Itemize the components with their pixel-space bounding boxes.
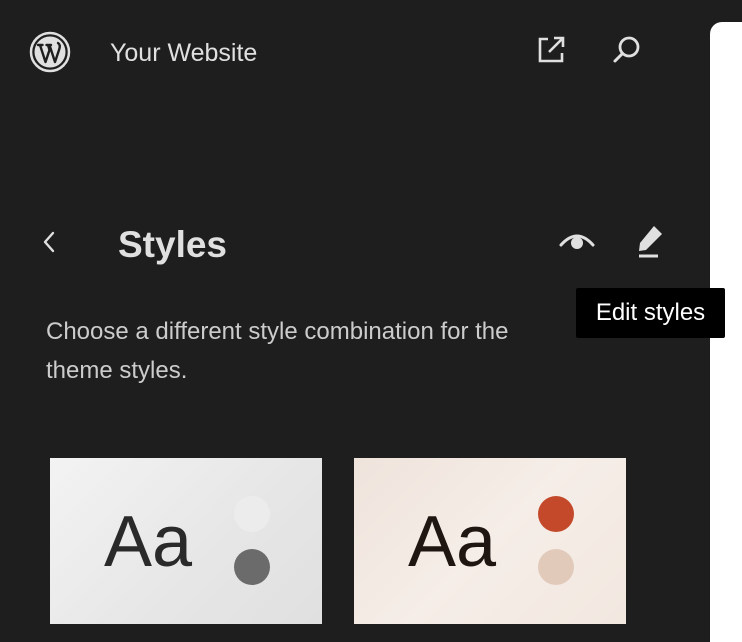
style-variation-card[interactable]: Aa xyxy=(354,458,626,624)
search-button[interactable] xyxy=(606,32,646,72)
pencil-icon xyxy=(634,223,666,264)
edit-styles-tooltip: Edit styles xyxy=(576,288,725,338)
panel-description: Choose a different style combination for… xyxy=(46,312,646,390)
color-swatch xyxy=(234,496,270,532)
typography-sample: Aa xyxy=(408,502,497,582)
color-swatch xyxy=(538,496,574,532)
color-swatch xyxy=(234,549,270,585)
style-variation-card[interactable]: Aa xyxy=(50,458,322,624)
description-line: theme styles. xyxy=(46,357,188,384)
typography-sample: Aa xyxy=(104,502,193,582)
search-icon xyxy=(610,34,642,71)
eye-icon xyxy=(558,229,596,258)
view-site-button[interactable] xyxy=(531,32,571,72)
description-line: Choose a different style combination for… xyxy=(46,318,509,345)
edit-styles-button[interactable] xyxy=(630,223,670,263)
back-button[interactable] xyxy=(30,224,70,264)
style-book-button[interactable] xyxy=(557,223,597,263)
site-title-link[interactable]: Your Website xyxy=(110,38,257,68)
color-swatch xyxy=(538,549,574,585)
chevron-left-icon xyxy=(38,228,62,261)
site-editor: Your Website Styles Edit styles Choose a… xyxy=(0,0,742,642)
wordpress-logo-icon[interactable] xyxy=(28,30,72,74)
external-link-icon xyxy=(535,34,567,71)
page-title: Styles xyxy=(118,224,228,265)
